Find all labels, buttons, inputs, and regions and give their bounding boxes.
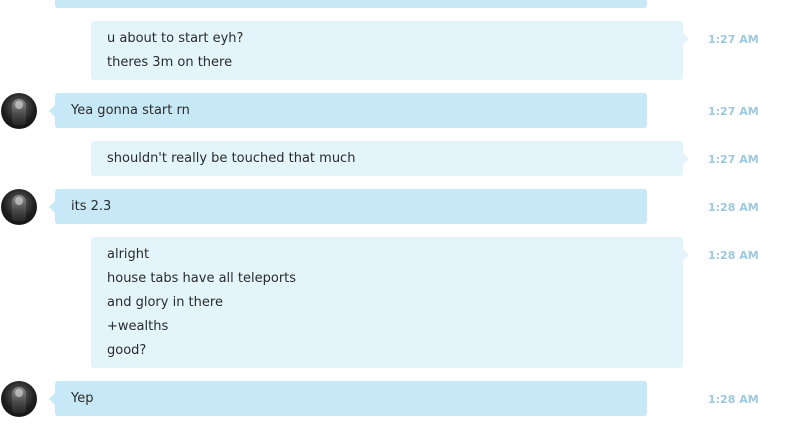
message-text: shouldn't really be touched that much — [107, 151, 356, 166]
contact-avatar[interactable] — [1, 189, 37, 225]
contact-avatar[interactable] — [1, 93, 37, 129]
message-timestamp: 1:28 AM — [708, 393, 759, 406]
message-timestamp: 1:28 AM — [708, 249, 759, 262]
contact-avatar[interactable] — [1, 381, 37, 417]
message-bubble-incoming: Yep — [49, 381, 647, 416]
message-text: +wealths — [107, 319, 169, 334]
message-bubble-outgoing: alright house tabs have all teleports an… — [91, 237, 689, 368]
message-timestamp: 1:27 AM — [708, 153, 759, 166]
message-bubble-incoming: Yea gonna start rn — [49, 93, 647, 128]
message-bubble-outgoing: shouldn't really be touched that much — [91, 141, 689, 176]
message-text: good? — [107, 343, 147, 358]
message-timestamp: 1:27 AM — [708, 105, 759, 118]
message-bubble-incoming: its 2.3 — [49, 189, 647, 224]
message-text: its 2.3 — [71, 199, 112, 214]
message-timestamp: 1:27 AM — [708, 33, 759, 46]
message-text: alright — [107, 247, 150, 262]
chat-message-list[interactable]: u about to start eyh? theres 3m on there… — [0, 0, 809, 427]
message-text: Yea gonna start rn — [71, 103, 190, 118]
message-text: theres 3m on there — [107, 55, 233, 70]
message-bubble-incoming — [55, 0, 647, 8]
message-text: u about to start eyh? — [107, 31, 244, 46]
message-timestamp: 1:28 AM — [708, 201, 759, 214]
message-text: and glory in there — [107, 295, 223, 310]
message-text: Yep — [71, 391, 94, 406]
message-bubble-outgoing: u about to start eyh? theres 3m on there — [91, 21, 689, 80]
message-text: house tabs have all teleports — [107, 271, 297, 286]
